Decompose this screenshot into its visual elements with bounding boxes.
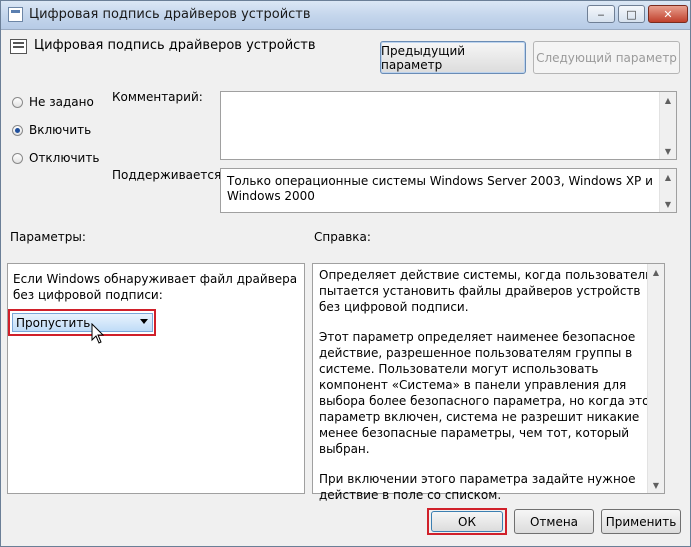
radio-circle-icon bbox=[12, 152, 23, 164]
ok-button[interactable]: ОК bbox=[431, 511, 503, 532]
policy-app-icon bbox=[8, 7, 23, 22]
dialog-window: Цифровая подпись драйверов устройств ‒ □… bbox=[0, 0, 691, 547]
supported-textbox: Только операционные системы Windows Serv… bbox=[220, 168, 677, 213]
comment-textarea[interactable]: ▲ ▼ bbox=[220, 91, 677, 160]
comment-scrollbar[interactable]: ▲ ▼ bbox=[659, 92, 676, 159]
dropdown-arrow-icon[interactable] bbox=[140, 319, 148, 324]
driver-action-combo[interactable]: Пропустить bbox=[12, 313, 153, 332]
help-paragraph: Этот параметр определяет наименее безопа… bbox=[319, 330, 657, 456]
options-label: Параметры: bbox=[10, 230, 86, 244]
maximize-button[interactable]: □ bbox=[618, 5, 645, 23]
radio-disabled[interactable]: Отключить bbox=[12, 151, 99, 165]
radio-not-configured[interactable]: Не задано bbox=[12, 95, 94, 109]
radio-circle-icon bbox=[12, 96, 23, 108]
radio-label: Не задано bbox=[29, 95, 94, 109]
cancel-button[interactable]: Отмена bbox=[514, 509, 594, 534]
radio-label: Отключить bbox=[29, 151, 100, 165]
supported-label: Поддерживается: bbox=[112, 168, 226, 182]
radio-label: Включить bbox=[29, 123, 92, 137]
window-title: Цифровая подпись драйверов устройств bbox=[29, 7, 311, 22]
next-setting-button[interactable]: Следующий параметр bbox=[533, 41, 680, 74]
mouse-cursor-icon bbox=[91, 323, 105, 344]
previous-setting-button[interactable]: Предыдущий параметр bbox=[380, 41, 526, 74]
scroll-down-icon[interactable]: ▼ bbox=[648, 477, 664, 493]
supported-scrollbar[interactable]: ▲ ▼ bbox=[659, 169, 676, 212]
options-description: Если Windows обнаруживает файл драйвера … bbox=[13, 272, 298, 302]
scroll-down-icon[interactable]: ▼ bbox=[660, 143, 676, 159]
scroll-down-icon[interactable]: ▼ bbox=[660, 196, 676, 212]
help-scrollbar[interactable]: ▲ ▼ bbox=[647, 264, 664, 493]
scroll-up-icon[interactable]: ▲ bbox=[660, 169, 676, 185]
comment-label: Комментарий: bbox=[112, 90, 203, 104]
combo-value: Пропустить bbox=[16, 315, 91, 330]
policy-setting-icon bbox=[10, 39, 27, 54]
help-paragraph: При включении этого параметра задайте ну… bbox=[319, 472, 636, 502]
minimize-button[interactable]: ‒ bbox=[587, 5, 615, 23]
scroll-up-icon[interactable]: ▲ bbox=[660, 92, 676, 108]
radio-selected-icon bbox=[12, 124, 23, 136]
radio-enabled[interactable]: Включить bbox=[12, 123, 91, 137]
title-bar[interactable]: Цифровая подпись драйверов устройств ‒ □… bbox=[1, 1, 690, 30]
help-label: Справка: bbox=[314, 230, 371, 244]
help-paragraph: Определяет действие системы, когда польз… bbox=[319, 268, 653, 314]
close-button[interactable]: ✕ bbox=[648, 5, 688, 23]
policy-name: Цифровая подпись драйверов устройств bbox=[34, 38, 316, 53]
supported-value: Только операционные системы Windows Serv… bbox=[227, 174, 653, 203]
apply-button[interactable]: Применить bbox=[601, 509, 681, 534]
scroll-up-icon[interactable]: ▲ bbox=[648, 264, 664, 280]
help-text: Определяет действие системы, когда польз… bbox=[319, 267, 657, 517]
help-panel: Определяет действие системы, когда польз… bbox=[312, 263, 665, 502]
